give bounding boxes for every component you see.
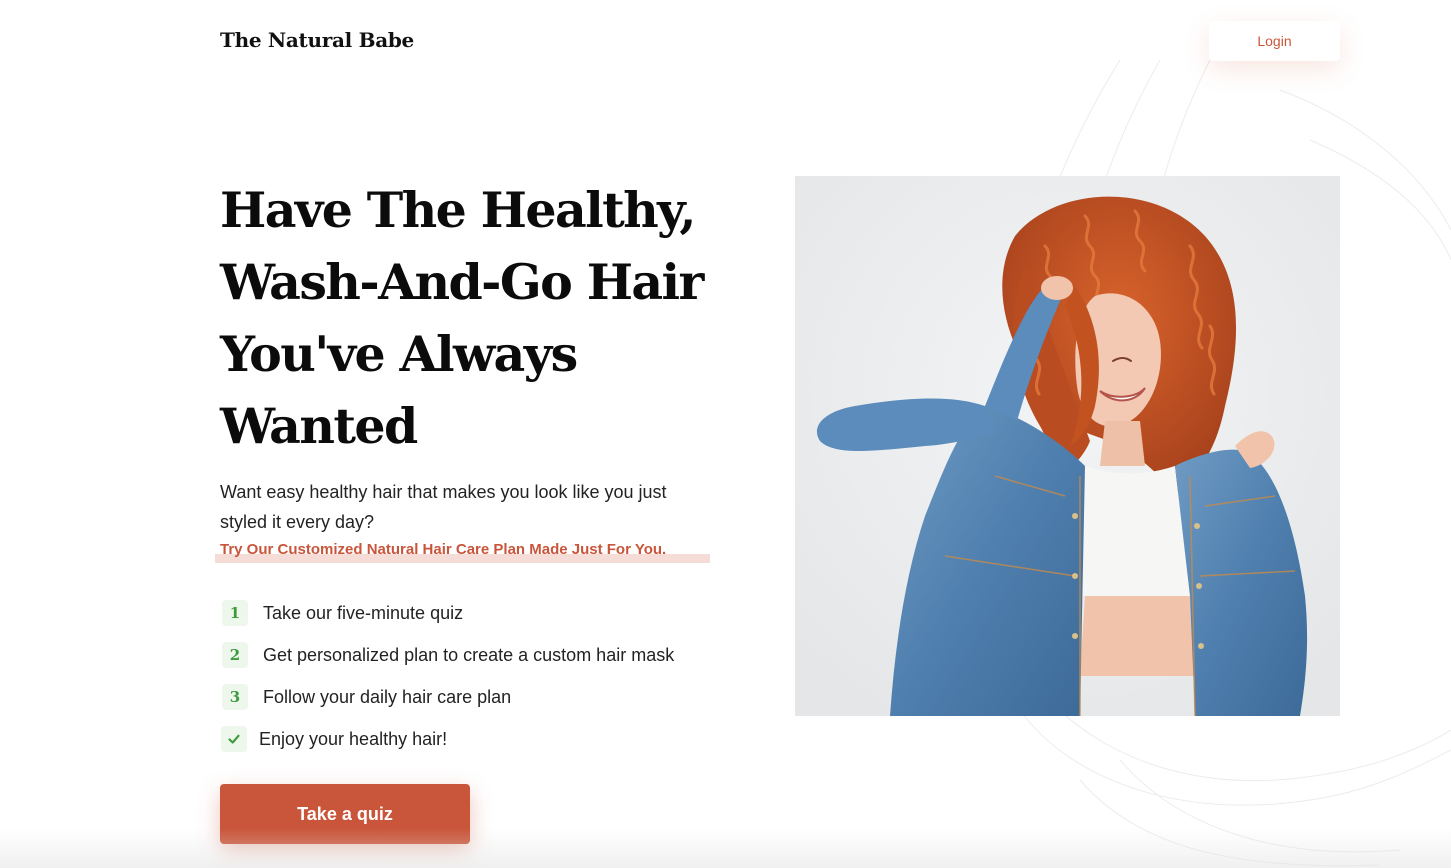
step-number-badge: 1: [222, 600, 248, 626]
check-icon: [221, 726, 247, 752]
step-label: Take our five-minute quiz: [263, 602, 464, 623]
step-item: Enjoy your healthy hair!: [220, 718, 674, 760]
hero-subtext: Want easy healthy hair that makes you lo…: [220, 482, 667, 532]
brand-logo[interactable]: The Natural Babe: [220, 28, 414, 52]
step-item: 1 Take our five-minute quiz: [220, 592, 674, 634]
landing-page: The Natural Babe Login Have The Healthy,…: [0, 0, 1451, 868]
take-quiz-button[interactable]: Take a quiz: [220, 784, 470, 844]
headline-line: Wash-And-Go Hair: [220, 253, 704, 311]
step-label: Follow your daily hair care plan: [263, 686, 512, 707]
headline-line: You've Always: [220, 325, 578, 383]
hero-headline: Have The Healthy, Wash-And-Go Hair You'v…: [220, 174, 740, 462]
highlight-text: Try Our Customized Natural Hair Care Pla…: [220, 541, 667, 558]
step-number-badge: 3: [222, 684, 248, 710]
step-label: Enjoy your healthy hair!: [259, 728, 448, 749]
highlight-callout: Try Our Customized Natural Hair Care Pla…: [215, 539, 710, 565]
headline-line: Have The Healthy,: [220, 181, 696, 239]
step-number-badge: 2: [222, 642, 248, 668]
step-label: Get personalized plan to create a custom…: [263, 644, 675, 665]
step-item: 2 Get personalized plan to create a cust…: [220, 634, 674, 676]
hero-photo: [795, 176, 1340, 716]
bottom-fade: [0, 828, 1451, 868]
step-item: 3 Follow your daily hair care plan: [220, 676, 674, 718]
steps-list: 1 Take our five-minute quiz 2 Get person…: [220, 592, 674, 760]
login-button[interactable]: Login: [1209, 21, 1340, 61]
headline-line: Wanted: [220, 397, 418, 455]
